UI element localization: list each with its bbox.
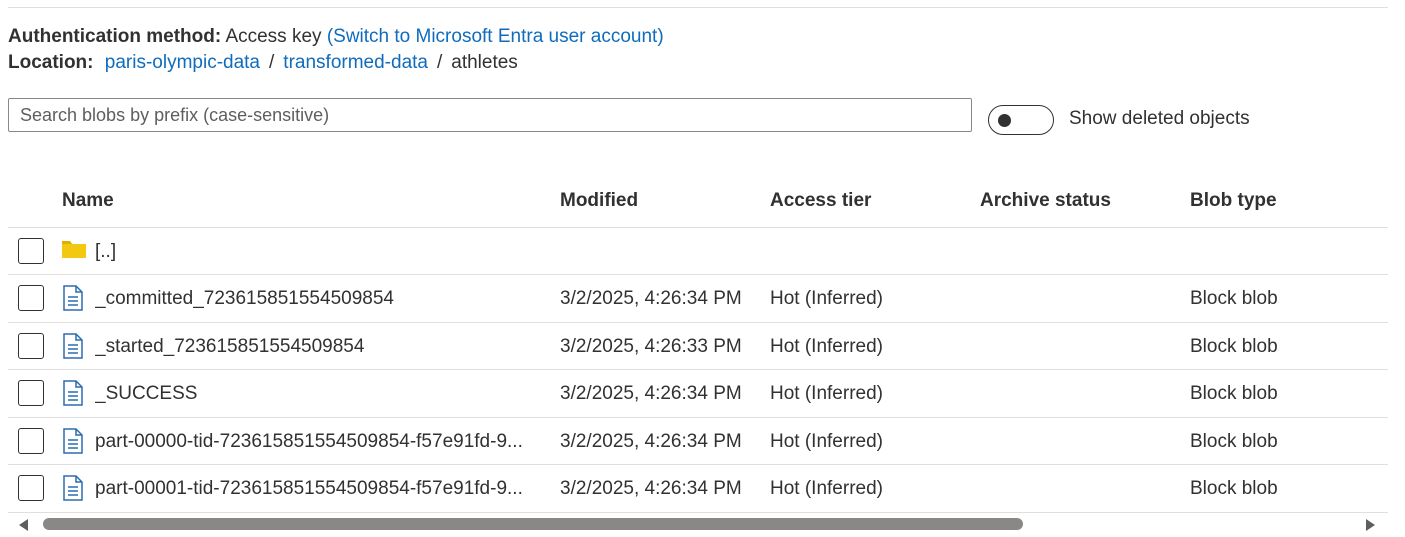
horizontal-scrollbar[interactable]	[8, 514, 1388, 534]
location-label: Location:	[8, 52, 94, 73]
row-checkbox[interactable]	[18, 333, 44, 359]
file-icon	[61, 428, 85, 459]
blob-type: Block blob	[1190, 431, 1278, 452]
table-row[interactable]: [..]	[0, 228, 1405, 275]
blob-access-tier: Hot (Inferred)	[770, 383, 883, 404]
table-row[interactable]: part-00000-tid-723615851554509854-f57e91…	[0, 418, 1405, 465]
auth-label: Authentication method:	[8, 26, 222, 47]
show-deleted-toggle[interactable]	[988, 105, 1054, 135]
row-checkbox[interactable]	[18, 238, 44, 264]
scroll-right-arrow-icon[interactable]	[1365, 518, 1375, 536]
column-header-access-tier[interactable]: Access tier	[770, 189, 871, 213]
top-divider	[8, 7, 1388, 8]
blob-type: Block blob	[1190, 336, 1278, 357]
blob-access-tier: Hot (Inferred)	[770, 431, 883, 452]
file-icon	[61, 285, 85, 316]
blob-modified: 3/2/2025, 4:26:34 PM	[560, 478, 742, 499]
column-header-blob-type[interactable]: Blob type	[1190, 189, 1277, 213]
scroll-left-arrow-icon[interactable]	[19, 518, 29, 536]
breadcrumb-container[interactable]: paris-olympic-data	[105, 52, 260, 73]
blob-name[interactable]: _SUCCESS	[95, 382, 540, 406]
show-deleted-label: Show deleted objects	[1069, 108, 1250, 129]
column-header-archive-status[interactable]: Archive status	[980, 189, 1111, 213]
scrollbar-thumb[interactable]	[43, 518, 1023, 530]
breadcrumb-current: athletes	[451, 52, 518, 73]
location-breadcrumb: Location: paris-olympic-data / transformed…	[8, 51, 518, 75]
table-row[interactable]: _started_723615851554509854 3/2/2025, 4:…	[0, 323, 1405, 370]
blob-modified: 3/2/2025, 4:26:34 PM	[560, 383, 742, 404]
file-icon	[61, 333, 85, 364]
blob-access-tier: Hot (Inferred)	[770, 336, 883, 357]
blob-name[interactable]: part-00001-tid-723615851554509854-f57e91…	[95, 477, 540, 501]
table-row[interactable]: _committed_723615851554509854 3/2/2025, …	[0, 275, 1405, 322]
blob-modified: 3/2/2025, 4:26:34 PM	[560, 431, 742, 452]
blob-type: Block blob	[1190, 288, 1278, 309]
toggle-knob	[998, 114, 1011, 127]
search-blobs-input[interactable]	[8, 98, 972, 132]
blob-type: Block blob	[1190, 383, 1278, 404]
folder-icon	[61, 238, 87, 265]
row-divider	[8, 512, 1388, 513]
table-row[interactable]: part-00001-tid-723615851554509854-f57e91…	[0, 465, 1405, 512]
column-header-name[interactable]: Name	[62, 189, 114, 213]
blob-type: Block blob	[1190, 478, 1278, 499]
blob-name[interactable]: part-00000-tid-723615851554509854-f57e91…	[95, 430, 540, 454]
auth-info: Authentication method: Access key (Switc…	[8, 25, 664, 49]
breadcrumb-separator: /	[436, 52, 443, 73]
column-header-modified[interactable]: Modified	[560, 189, 638, 213]
blob-modified: 3/2/2025, 4:26:33 PM	[560, 336, 742, 357]
blob-name[interactable]: _started_723615851554509854	[95, 335, 540, 359]
row-checkbox[interactable]	[18, 380, 44, 406]
row-checkbox[interactable]	[18, 285, 44, 311]
file-icon	[61, 475, 85, 506]
breadcrumb-separator: /	[269, 52, 275, 73]
switch-auth-link[interactable]: (Switch to Microsoft Entra user account)	[327, 26, 664, 47]
auth-value: Access key	[225, 26, 322, 47]
breadcrumb-folder[interactable]: transformed-data	[283, 52, 428, 73]
blob-modified: 3/2/2025, 4:26:34 PM	[560, 288, 742, 309]
blob-access-tier: Hot (Inferred)	[770, 288, 883, 309]
file-icon	[61, 380, 85, 411]
row-checkbox[interactable]	[18, 475, 44, 501]
blob-access-tier: Hot (Inferred)	[770, 478, 883, 499]
blob-name[interactable]: [..]	[95, 240, 540, 264]
row-checkbox[interactable]	[18, 428, 44, 454]
blob-name[interactable]: _committed_723615851554509854	[95, 287, 540, 311]
table-row[interactable]: _SUCCESS 3/2/2025, 4:26:34 PM Hot (Infer…	[0, 370, 1405, 417]
